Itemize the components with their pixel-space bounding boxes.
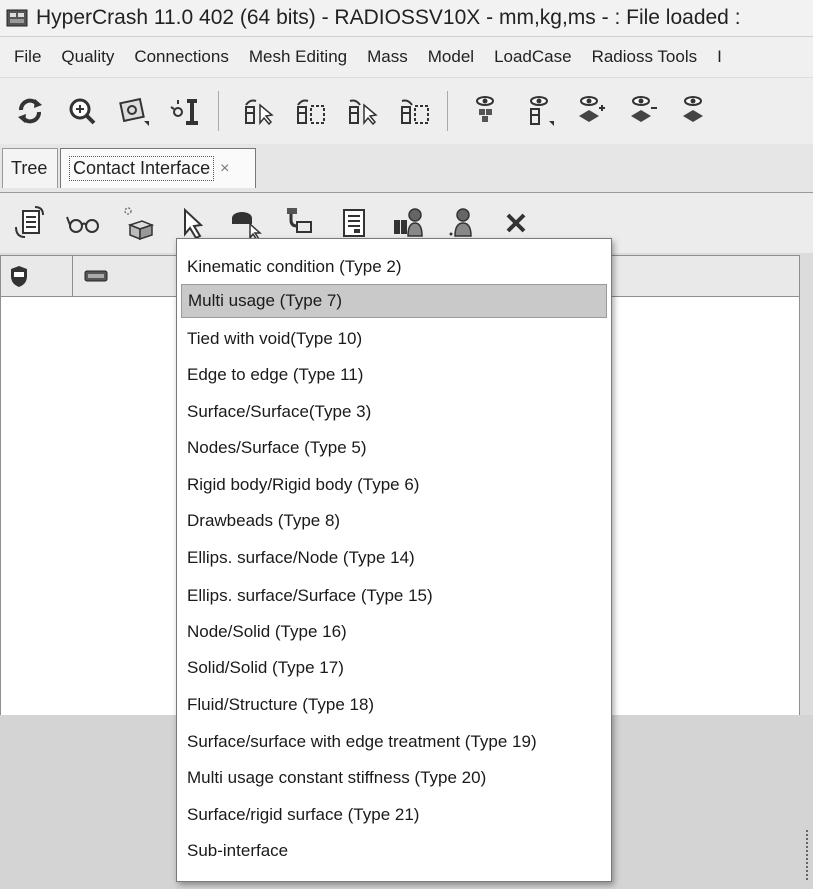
- menu-item-type-6[interactable]: Rigid body/Rigid body (Type 6): [181, 468, 607, 502]
- zoom-icon: [69, 98, 96, 125]
- menu-item-type-18[interactable]: Fluid/Structure (Type 18): [181, 688, 607, 722]
- menu-item-type-15[interactable]: Ellips. surface/Surface (Type 15): [181, 579, 607, 613]
- fit-view-button[interactable]: [112, 89, 156, 133]
- users-icon: [394, 208, 423, 237]
- eye-more-icon: [683, 96, 703, 122]
- cursor-icon: [184, 207, 204, 240]
- grid-column-type[interactable]: [73, 256, 183, 296]
- menu-item-type-14[interactable]: Ellips. surface/Node (Type 14): [181, 541, 607, 575]
- panel-tabs: Tree Contact Interface ×: [0, 144, 813, 193]
- element-type-icon: [84, 270, 108, 282]
- import-button[interactable]: [8, 201, 52, 245]
- menu-file[interactable]: File: [0, 47, 51, 67]
- refresh-button[interactable]: [8, 89, 52, 133]
- review-button[interactable]: [62, 201, 106, 245]
- contact-type-menu: Kinematic condition (Type 2) Multi usage…: [176, 238, 612, 882]
- show-element-button[interactable]: [518, 89, 562, 133]
- select-box-redo-button[interactable]: [393, 89, 437, 133]
- zoom-button[interactable]: [60, 89, 104, 133]
- tab-tree-label: Tree: [11, 158, 48, 178]
- eye-add-icon: [579, 96, 605, 122]
- show-add-button[interactable]: [570, 89, 614, 133]
- show-more-button[interactable]: [674, 89, 718, 133]
- menu-item-type-20[interactable]: Multi usage constant stiffness (Type 20): [181, 761, 607, 795]
- eye-element-icon: [530, 96, 554, 126]
- toolbar-separator: [218, 91, 219, 131]
- main-toolbar: [0, 78, 813, 144]
- tab-contact-interface[interactable]: Contact Interface ×: [60, 148, 256, 188]
- resize-grip[interactable]: [806, 830, 812, 880]
- menu-item-type-21[interactable]: Surface/rigid surface (Type 21): [181, 798, 607, 832]
- menu-radioss-tools[interactable]: Radioss Tools: [582, 47, 708, 67]
- menu-item-type-5[interactable]: Nodes/Surface (Type 5): [181, 431, 607, 465]
- select-redo-icon: [349, 99, 378, 126]
- menu-model[interactable]: Model: [418, 47, 484, 67]
- menu-overflow[interactable]: I: [707, 47, 732, 67]
- menu-bar: File Quality Connections Mesh Editing Ma…: [0, 37, 813, 77]
- select-box-redo-icon: [401, 99, 429, 124]
- close-icon: [506, 213, 526, 233]
- menu-connections[interactable]: Connections: [124, 47, 239, 67]
- eye-parts-icon: [476, 96, 494, 122]
- menu-mesh-editing[interactable]: Mesh Editing: [239, 47, 357, 67]
- id-shield-icon: [11, 266, 27, 287]
- menu-item-type-7[interactable]: Multi usage (Type 7): [181, 284, 607, 318]
- view-options-button[interactable]: [164, 89, 208, 133]
- menu-item-type-3[interactable]: Surface/Surface(Type 3): [181, 395, 607, 429]
- select-redo-button[interactable]: [341, 89, 385, 133]
- eye-remove-icon: [631, 96, 657, 122]
- menu-item-type-16[interactable]: Node/Solid (Type 16): [181, 615, 607, 649]
- glasses-icon: [66, 216, 99, 233]
- show-parts-button[interactable]: [466, 89, 510, 133]
- lamp-tool-icon: [170, 99, 198, 125]
- part-select-icon: [232, 212, 262, 240]
- menu-mass[interactable]: Mass: [357, 47, 418, 67]
- menu-item-sub-interface[interactable]: Sub-interface: [181, 834, 607, 868]
- refresh-icon: [18, 98, 42, 124]
- tab-close-icon[interactable]: ×: [220, 160, 229, 178]
- toolbar-separator: [447, 91, 448, 131]
- menu-item-type-17[interactable]: Solid/Solid (Type 17): [181, 651, 607, 685]
- menu-quality[interactable]: Quality: [51, 47, 124, 67]
- form-document-icon: [343, 209, 365, 237]
- create-interface-button[interactable]: [116, 201, 160, 245]
- window-title: HyperCrash 11.0 402 (64 bits) - RADIOSSV…: [36, 6, 741, 29]
- new-box-icon: [124, 207, 155, 241]
- menu-item-type-2[interactable]: Kinematic condition (Type 2): [181, 250, 607, 284]
- menu-item-type-11[interactable]: Edge to edge (Type 11): [181, 358, 607, 392]
- user-icon: [449, 208, 472, 237]
- document-refresh-icon: [15, 206, 44, 238]
- tab-contact-interface-label: Contact Interface: [69, 156, 215, 181]
- title-bar: HyperCrash 11.0 402 (64 bits) - RADIOSSV…: [0, 0, 813, 37]
- hook-edit-icon: [287, 208, 312, 233]
- select-undo-icon: [245, 99, 274, 126]
- select-box-undo-button[interactable]: [289, 89, 333, 133]
- grid-column-id[interactable]: [1, 256, 73, 296]
- menu-item-type-19[interactable]: Surface/surface with edge treatment (Typ…: [181, 725, 607, 759]
- show-remove-button[interactable]: [622, 89, 666, 133]
- select-box-undo-icon: [297, 99, 325, 124]
- fit-view-icon: [119, 97, 149, 126]
- menu-item-type-8[interactable]: Drawbeads (Type 8): [181, 504, 607, 538]
- menu-loadcase[interactable]: LoadCase: [484, 47, 582, 67]
- tab-tree[interactable]: Tree: [2, 148, 58, 188]
- select-undo-button[interactable]: [237, 89, 281, 133]
- hypercrash-app-icon: [6, 9, 28, 27]
- menu-item-type-10[interactable]: Tied with void(Type 10): [181, 322, 607, 356]
